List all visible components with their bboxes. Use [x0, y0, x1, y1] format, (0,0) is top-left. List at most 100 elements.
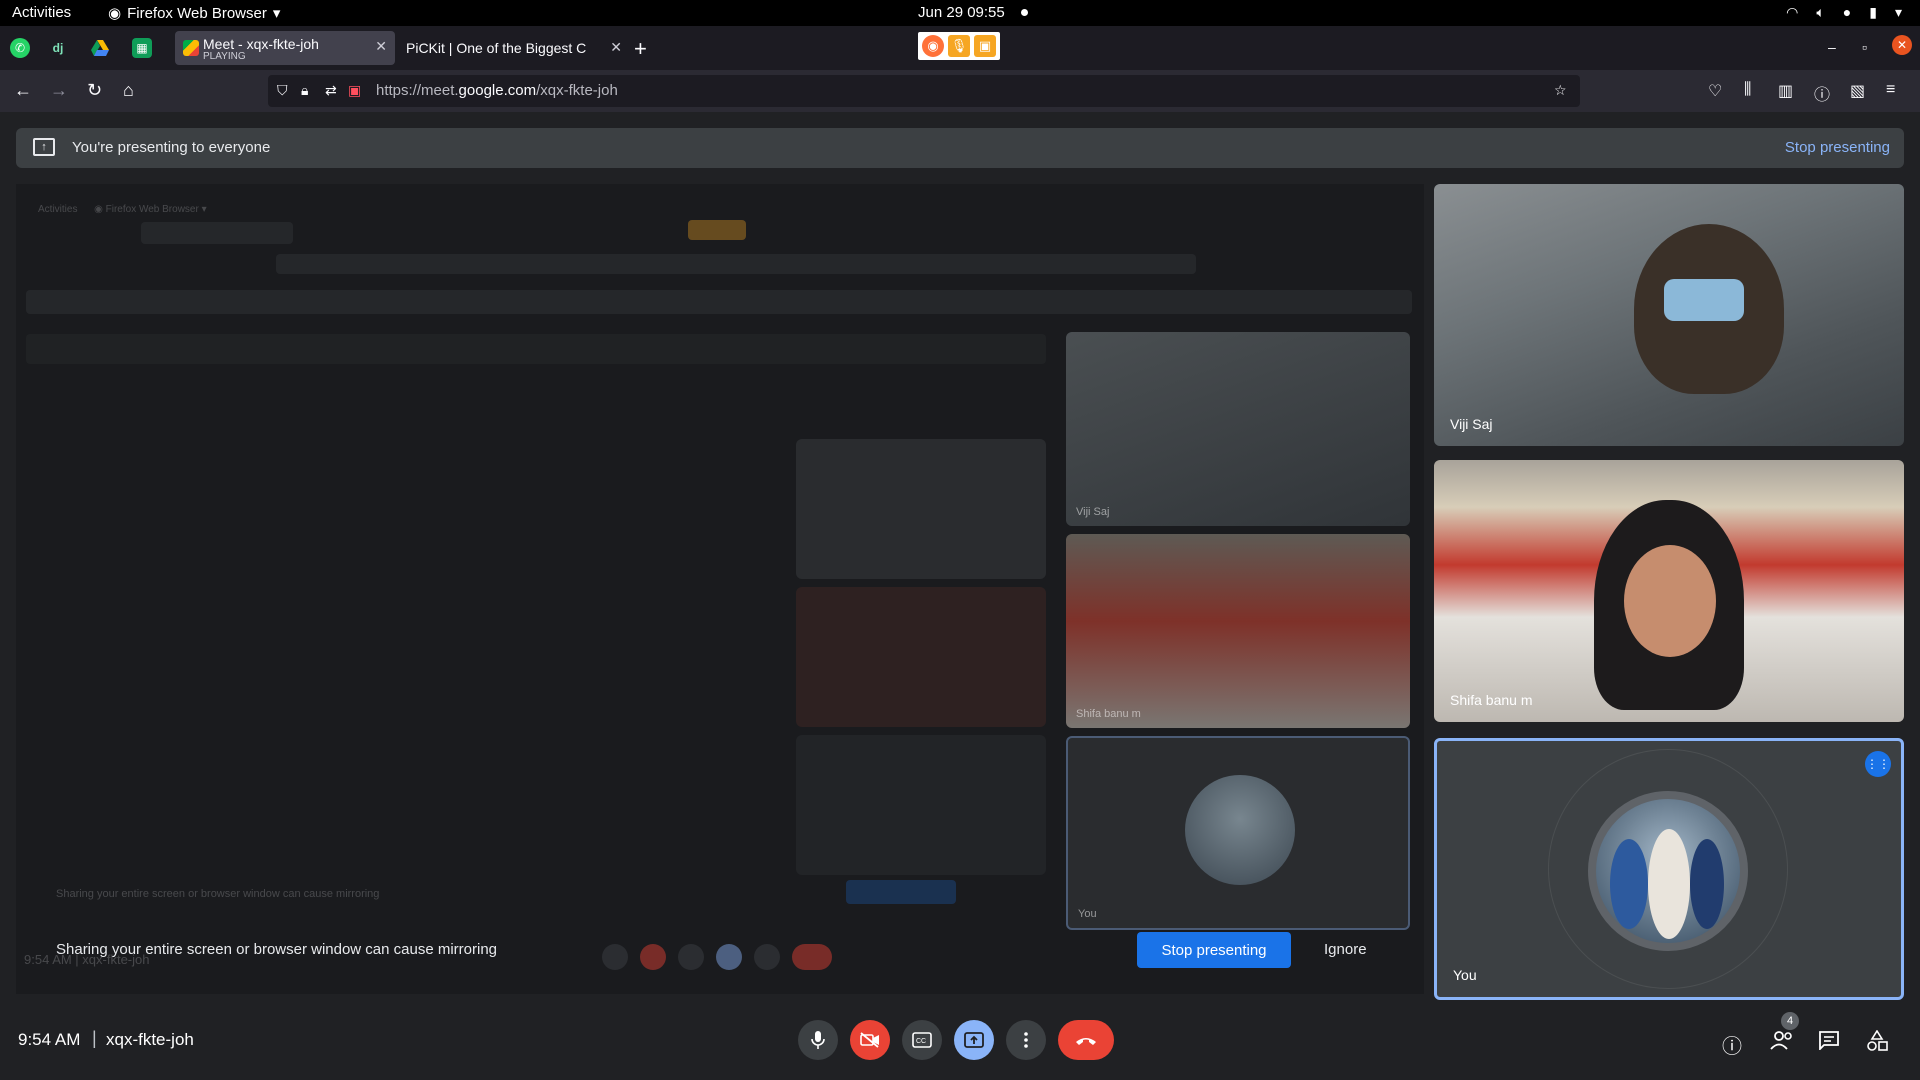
whatsapp-icon[interactable]: ✆	[10, 38, 30, 58]
close-tab-icon[interactable]: ✕	[375, 38, 387, 55]
mirror-deep-tile	[796, 587, 1046, 727]
people-count-badge: 4	[1781, 1012, 1799, 1030]
url-bar[interactable]: ⛉ 🔒︎ ⇄ ▣ https://meet.google.com/xqx-fkt…	[268, 75, 1580, 107]
tab-meet[interactable]: Meet - xqx-fkte-joh PLAYING ✕	[175, 31, 395, 65]
mirror-deep-tile	[796, 735, 1046, 875]
more-options-button[interactable]	[1006, 1020, 1046, 1060]
banner-stop-presenting-link[interactable]: Stop presenting	[1785, 139, 1890, 156]
lock-icon[interactable]: 🔒︎	[301, 82, 308, 99]
mirror-avatar	[1185, 775, 1295, 885]
stop-presenting-button[interactable]: Stop presenting	[1137, 932, 1291, 968]
django-icon[interactable]: dj	[48, 38, 68, 58]
camera-off-button[interactable]	[850, 1020, 890, 1060]
ignore-button[interactable]: Ignore	[1324, 941, 1367, 958]
people-icon[interactable]	[1770, 1030, 1794, 1056]
app-menu[interactable]: ◉ Firefox Web Browser ▾	[108, 4, 281, 23]
leave-call-button[interactable]	[1058, 1020, 1114, 1060]
new-tab-button[interactable]: +	[634, 36, 647, 62]
chevron-down-icon: ▾	[272, 5, 281, 22]
shield-icon[interactable]: ⛉	[277, 82, 288, 99]
chevron-down-icon: ▾	[1894, 4, 1902, 20]
avatar	[1588, 791, 1748, 951]
clock[interactable]: Jun 29 09:55	[918, 4, 1028, 21]
avatar-person	[1648, 829, 1690, 939]
url-text[interactable]: https://meet.google.com/xqx-fkte-joh	[376, 82, 618, 99]
google-drive-icon[interactable]	[90, 38, 110, 58]
screen-share-permission-icon[interactable]: ▣	[348, 82, 361, 99]
present-screen-icon	[964, 1032, 984, 1048]
microphone-button[interactable]	[798, 1020, 838, 1060]
mirror-stop-button	[846, 880, 956, 904]
sidebar-icon[interactable]: ▥	[1778, 81, 1793, 101]
sharing-indicator[interactable]: ◉ 🎙︎ ▣	[918, 32, 1000, 60]
system-top-bar: Activities ◉ Firefox Web Browser ▾ Jun 2…	[0, 0, 1920, 26]
meeting-time: 9:54 AM	[18, 1030, 81, 1049]
pocket-icon[interactable]: ♡	[1708, 81, 1722, 101]
notification-dot-icon	[1020, 9, 1028, 16]
present-now-button[interactable]	[954, 1020, 994, 1060]
browser-tab-strip: ✆ dj ▦ Meet - xqx-fkte-joh PLAYING ✕ PiC…	[0, 26, 1920, 70]
captions-button[interactable]: CC	[902, 1020, 942, 1060]
forward-button[interactable]: →	[50, 80, 68, 101]
app-menu-label: Firefox Web Browser	[127, 4, 267, 22]
hang-up-icon	[1076, 1038, 1096, 1045]
meeting-code: xqx-fkte-joh	[106, 1030, 194, 1049]
meeting-controls-bar: 9:54 AM | xqx-fkte-joh CC ⓘ 4	[0, 1008, 1920, 1080]
svg-text:CC: CC	[916, 1038, 926, 1045]
meeting-info-separator: |	[92, 1028, 97, 1048]
camera-off-icon	[860, 1032, 879, 1048]
mirror-captions-icon	[678, 944, 704, 970]
close-tab-icon[interactable]: ✕	[610, 39, 622, 56]
avatar-person	[1690, 839, 1724, 929]
mirror-topbar: Activities ◉ Firefox Web Browser ▾	[38, 204, 207, 215]
presenting-message: You're presenting to everyone	[72, 139, 271, 156]
mirror-banner	[26, 290, 1412, 314]
firefox-icon: ◉	[108, 5, 122, 22]
library-icon[interactable]: ⫼	[1744, 81, 1751, 99]
audio-level-icon: ⋮⋮	[1865, 751, 1891, 777]
chat-icon[interactable]	[1818, 1030, 1840, 1056]
mirror-more-icon	[754, 944, 780, 970]
info-extension-icon[interactable]: ⓘ	[1814, 81, 1830, 105]
wifi-icon: ◠	[1786, 4, 1799, 20]
tab-pickit[interactable]: PiCKit | One of the Biggest C ✕	[398, 31, 630, 65]
close-window-button[interactable]: ✕	[1892, 35, 1912, 55]
home-button[interactable]: ⌂	[123, 80, 134, 101]
battery-icon: ▮	[1869, 4, 1877, 20]
mirror-mic-icon	[602, 944, 628, 970]
tab-title: Meet - xqx-fkte-joh	[203, 36, 319, 52]
participant-name: Shifa banu m	[1450, 692, 1533, 708]
mirror-deep-tile	[796, 439, 1046, 579]
mirror-deep-bar	[26, 334, 1046, 364]
tab-playing-label: PLAYING	[203, 51, 246, 62]
avatar-person	[1610, 839, 1648, 929]
permissions-icon[interactable]: ⇄	[325, 82, 337, 99]
microphone-icon: ●	[1842, 4, 1852, 20]
mirror-tab	[141, 222, 293, 244]
reload-button[interactable]: ↻	[87, 80, 102, 101]
google-sheets-icon[interactable]: ▦	[132, 38, 152, 58]
extension-icon[interactable]: ▧	[1850, 81, 1865, 101]
participant-tile-shifa[interactable]: Shifa banu m	[1434, 460, 1904, 722]
participant-tile-viji[interactable]: Viji Saj	[1434, 184, 1904, 446]
minimize-window-button[interactable]: –	[1828, 39, 1836, 55]
mirror-hangup-icon	[792, 944, 832, 970]
firefox-sharing-icon: ◉	[922, 35, 944, 57]
hamburger-menu-icon[interactable]: ≡	[1886, 81, 1895, 99]
activities-button[interactable]: Activities	[12, 4, 71, 21]
back-button[interactable]: ←	[14, 80, 32, 101]
volume-icon: 🔈︎	[1816, 4, 1825, 20]
mirror-tile-label: You	[1078, 908, 1097, 920]
system-tray[interactable]: ◠ 🔈︎ ● ▮ ▾	[1786, 4, 1902, 21]
meeting-details-icon[interactable]: ⓘ	[1722, 1030, 1742, 1059]
mirror-controls	[602, 944, 832, 970]
meet-favicon-icon	[183, 40, 199, 56]
participant-name: You	[1453, 967, 1477, 983]
microphone-sharing-icon: 🎙︎	[948, 35, 970, 57]
bookmark-star-icon[interactable]: ☆	[1554, 82, 1567, 99]
present-screen-icon: ↑	[33, 138, 55, 156]
participant-tile-you[interactable]: ⋮⋮ You	[1434, 738, 1904, 1000]
participant-name: Viji Saj	[1450, 416, 1493, 432]
maximize-window-button[interactable]: ▫	[1862, 39, 1867, 55]
activities-icon[interactable]	[1866, 1029, 1888, 1058]
